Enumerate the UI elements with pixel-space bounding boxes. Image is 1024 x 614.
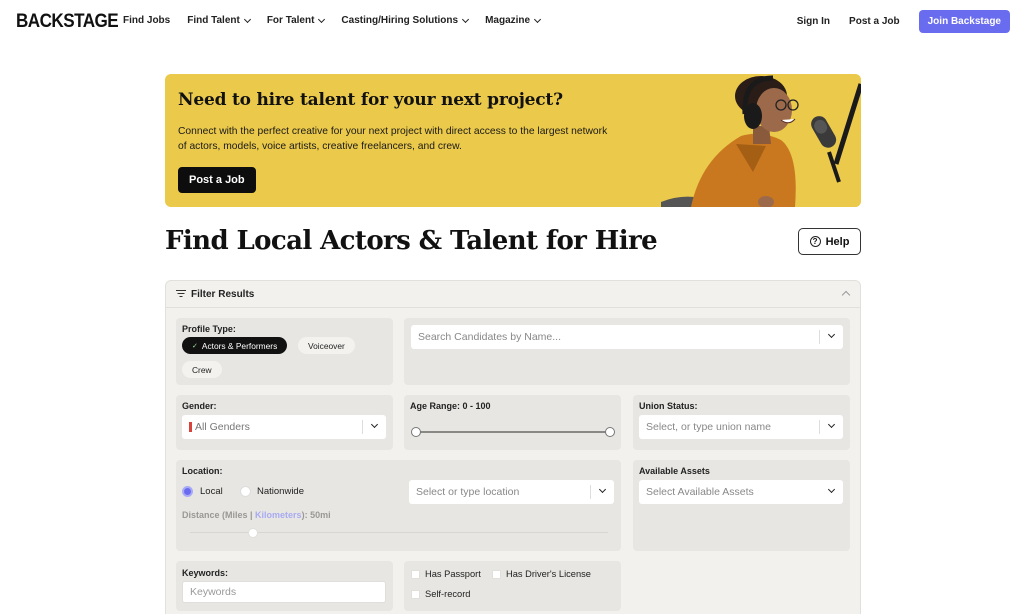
nav-links: Find Jobs Find Talent For Talent Casting… [123, 15, 557, 26]
chevron-down-icon [598, 485, 607, 494]
nav-magazine[interactable]: Magazine [485, 15, 542, 26]
location-section: Location: Local Nationwide Select or typ… [176, 460, 621, 551]
distance-value: ): 50mi [301, 510, 331, 520]
has-drivers-license-checkbox[interactable] [492, 570, 501, 579]
nav-for-talent-label: For Talent [266, 15, 315, 26]
has-passport-checkbox[interactable] [411, 570, 420, 579]
divider [362, 420, 363, 434]
gender-section: Gender: All Genders [176, 395, 393, 450]
profile-type-section: Profile Type: ✓ Actors & Performers Voic… [176, 318, 393, 385]
chevron-down-icon [318, 15, 326, 23]
chevron-down-icon [827, 330, 836, 339]
banner-post-job-button[interactable]: Post a Job [178, 167, 256, 193]
sign-in-link[interactable]: Sign In [797, 16, 830, 27]
banner-title: Need to hire talent for your next projec… [178, 90, 563, 110]
attributes-section: Has Passport Has Driver's License Self-r… [404, 561, 621, 611]
banner-text: Connect with the perfect creative for yo… [178, 126, 608, 152]
search-candidates-input[interactable]: Search Candidates by Name... [411, 325, 843, 349]
search-section: Search Candidates by Name... [404, 318, 850, 385]
available-assets-section: Available Assets Select Available Assets [633, 460, 850, 551]
keywords-input[interactable]: Keywords [182, 581, 386, 603]
location-select[interactable]: Select or type location [409, 480, 614, 504]
keywords-section: Keywords: Keywords [176, 561, 393, 611]
chip-voiceover[interactable]: Voiceover [298, 337, 355, 354]
age-range-track [416, 431, 610, 433]
filter-header-label: Filter Results [191, 288, 255, 300]
chip-label: Actors & Performers [201, 340, 278, 351]
chip-label: Voiceover [308, 340, 345, 351]
distance-label: Distance (Miles | Kilometers): 50mi [182, 510, 331, 520]
radio-nationwide[interactable] [240, 486, 251, 497]
chevron-up-icon[interactable] [841, 290, 851, 300]
union-status-section: Union Status: Select, or type union name [633, 395, 850, 450]
union-placeholder: Select, or type union name [646, 421, 771, 433]
nav-find-talent-label: Find Talent [187, 15, 240, 26]
location-label: Location: [182, 466, 223, 476]
backstage-logo[interactable]: BACKSTAGE [16, 11, 119, 33]
nav-casting-hiring-label: Casting/Hiring Solutions [341, 15, 459, 26]
chevron-down-icon [243, 15, 251, 23]
chip-label: Crew [192, 364, 212, 375]
hire-talent-banner: Need to hire talent for your next projec… [165, 74, 861, 207]
location-placeholder: Select or type location [416, 486, 520, 498]
gender-value: All Genders [195, 421, 250, 433]
nav-casting-hiring[interactable]: Casting/Hiring Solutions [341, 15, 470, 26]
filter-panel: Filter Results Profile Type: ✓ Actors & … [165, 280, 861, 614]
chevron-down-icon [534, 15, 542, 23]
help-button[interactable]: ? Help [798, 228, 861, 255]
nav-magazine-label: Magazine [485, 15, 531, 26]
nav-for-talent[interactable]: For Talent [266, 15, 326, 26]
radio-local[interactable] [182, 486, 193, 497]
age-min-handle[interactable] [411, 427, 421, 437]
radio-nationwide-label: Nationwide [257, 486, 304, 497]
distance-prefix: Distance (Miles | [182, 510, 256, 520]
help-label: Help [825, 235, 850, 248]
age-range-label: Age Range: 0 - 100 [410, 401, 491, 411]
question-circle-icon: ? [809, 236, 821, 247]
nav-find-jobs[interactable]: Find Jobs [123, 15, 170, 26]
divider [819, 420, 820, 434]
nav-actions: Sign In Post a Job Join Backstage [797, 10, 1010, 33]
union-status-label: Union Status: [639, 401, 698, 411]
page-title: Find Local Actors & Talent for Hire [165, 226, 658, 256]
self-record-checkbox[interactable] [411, 590, 420, 599]
assets-placeholder: Select Available Assets [646, 486, 754, 498]
filter-icon [176, 290, 186, 298]
search-placeholder: Search Candidates by Name... [418, 331, 561, 343]
post-job-link[interactable]: Post a Job [849, 16, 900, 27]
divider [590, 485, 591, 499]
kilometers-link[interactable]: Kilometers [255, 510, 302, 520]
nav-find-jobs-label: Find Jobs [123, 15, 171, 26]
chevron-down-icon [827, 485, 836, 494]
nav-find-talent[interactable]: Find Talent [187, 15, 251, 26]
banner-photo [661, 74, 861, 207]
marker-icon [189, 422, 192, 432]
chevron-down-icon [827, 420, 836, 429]
keywords-label: Keywords: [182, 568, 229, 578]
age-max-handle[interactable] [605, 427, 615, 437]
filter-header[interactable]: Filter Results [166, 281, 860, 308]
has-passport-label: Has Passport [425, 569, 481, 579]
top-navigation: BACKSTAGE Find Jobs Find Talent For Tale… [0, 0, 1024, 44]
chip-actors-performers[interactable]: ✓ Actors & Performers [182, 337, 288, 354]
has-drivers-license-label: Has Driver's License [506, 569, 591, 579]
keywords-placeholder: Keywords [190, 586, 237, 598]
age-range-section: Age Range: 0 - 100 [404, 395, 621, 450]
divider [819, 330, 820, 344]
distance-handle[interactable] [247, 528, 258, 538]
union-status-select[interactable]: Select, or type union name [639, 415, 843, 439]
gender-label: Gender: [182, 401, 217, 411]
self-record-label: Self-record [425, 589, 471, 599]
gender-select[interactable]: All Genders [182, 415, 386, 439]
available-assets-label: Available Assets [639, 466, 710, 476]
join-backstage-button[interactable]: Join Backstage [918, 10, 1010, 33]
chevron-down-icon [462, 15, 470, 23]
radio-local-label: Local [200, 486, 223, 497]
check-icon: ✓ [192, 342, 198, 350]
chip-crew[interactable]: Crew [182, 361, 222, 378]
chevron-down-icon [370, 420, 379, 429]
available-assets-select[interactable]: Select Available Assets [639, 480, 843, 504]
profile-type-label: Profile Type: [182, 324, 236, 334]
